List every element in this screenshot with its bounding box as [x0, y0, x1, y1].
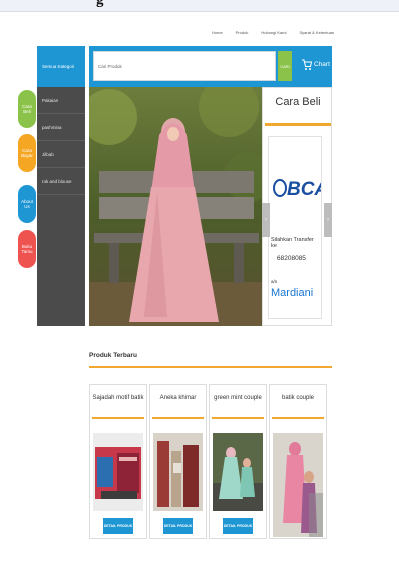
cart-link[interactable]: Chart — [301, 58, 330, 71]
product-image-khimar — [153, 433, 203, 511]
product-card[interactable]: green mint couple DETAIL PRODUK — [209, 384, 267, 539]
page: g Home Produk Hubungi Kami Syarat & Kete… — [0, 0, 399, 570]
how-to-buy-panel: Cara Beli BCA Silahkan Transfer ke 68208… — [262, 87, 332, 326]
slider-prev-arrow[interactable]: ‹ — [262, 203, 270, 237]
product-image-sajadah — [93, 433, 143, 511]
category-header[interactable]: Semua Kategori — [37, 46, 85, 87]
divider — [152, 417, 204, 419]
product-card[interactable]: batik couple — [269, 384, 327, 539]
side-button-cara-beli[interactable]: Cara Beli — [18, 90, 36, 128]
side-button-line: Bayar — [21, 153, 33, 158]
product-image-batik-couple — [273, 433, 323, 537]
category-item-pashmina[interactable]: pashmina — [37, 114, 85, 141]
category-sidebar: Semua Kategori Pakaian pashmina Jilbab r… — [37, 46, 85, 326]
divider — [92, 417, 144, 419]
bank-account-number: 68208085 — [277, 255, 306, 262]
bca-logo: BCA — [272, 175, 322, 201]
cart-icon — [302, 59, 312, 70]
side-button-line: Us — [24, 204, 30, 209]
product-name: Sajadah motif batik — [92, 395, 144, 401]
detail-product-button[interactable]: DETAIL PRODUK — [163, 518, 193, 534]
category-item-rok-blouse[interactable]: rok and blouse — [37, 168, 85, 195]
nav-home[interactable]: Home — [212, 30, 223, 35]
search-button[interactable]: CARI — [278, 51, 292, 81]
detail-product-button[interactable]: DETAIL PRODUK — [223, 518, 253, 534]
product-name: batik couple — [281, 395, 315, 401]
divider — [265, 123, 331, 126]
product-image-green-mint — [213, 433, 263, 511]
how-to-buy-title: Cara Beli — [275, 96, 321, 108]
nav-hubungi-kami[interactable]: Hubungi Kami — [261, 30, 286, 35]
hero-banner-image — [89, 87, 262, 326]
side-button-about-us[interactable]: About Us — [18, 185, 36, 223]
product-name: green mint couple — [214, 395, 262, 401]
product-name: Aneka khimar — [159, 395, 197, 401]
bank-an-label: a/n — [271, 279, 278, 284]
nav-produk[interactable]: Produk — [236, 30, 249, 35]
bank-account-name: Mardiani — [271, 287, 314, 299]
side-button-buku-tamu[interactable]: Buku Tamu — [18, 230, 36, 268]
search-input[interactable]: Cari Produk — [93, 51, 276, 81]
slider-next-arrow[interactable]: › — [324, 203, 332, 237]
side-button-line: Tamu — [21, 249, 33, 254]
search-bar: Cari Produk CARI Chart — [89, 46, 332, 87]
top-strip — [0, 0, 399, 12]
product-card[interactable]: Sajadah motif batik DETAIL PRODUK — [89, 384, 147, 539]
bank-instruction: Silahkan Transfer ke — [271, 237, 314, 249]
side-button-cara-bayar[interactable]: Cara Bayar — [18, 134, 36, 172]
divider — [212, 417, 264, 419]
side-button-line: Beli — [23, 109, 31, 114]
section-title: Produk Terbaru — [89, 352, 137, 359]
section-divider — [89, 366, 332, 368]
bca-logo-text: BCA — [287, 179, 322, 200]
detail-product-button[interactable]: DETAIL PRODUK — [103, 518, 133, 534]
product-card[interactable]: Aneka khimar DETAIL PRODUK — [149, 384, 207, 539]
top-navigation: Home Produk Hubungi Kami Syarat & Ketent… — [212, 30, 334, 35]
divider — [272, 417, 324, 419]
category-item-jilbab[interactable]: Jilbab — [37, 141, 85, 168]
bank-info-card: BCA Silahkan Transfer ke 68208085 a/n Ma… — [268, 136, 322, 319]
nav-syarat-ketentuan[interactable]: Syarat & Ketentuan — [299, 30, 334, 35]
cart-label: Chart — [314, 61, 330, 68]
page-heading: g — [96, 0, 104, 8]
category-item-pakaian[interactable]: Pakaian — [37, 87, 85, 114]
